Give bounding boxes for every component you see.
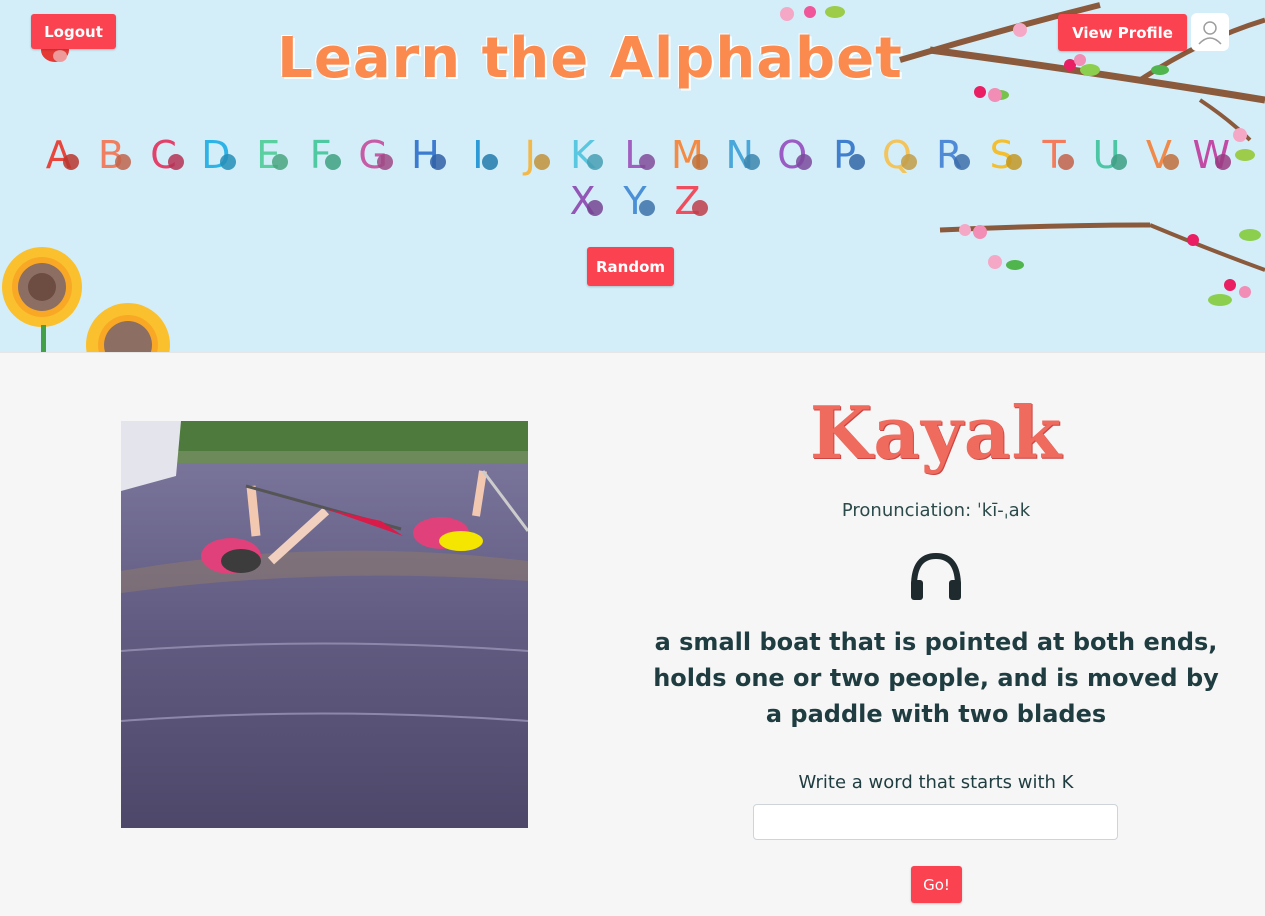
letter-c[interactable]: C — [137, 134, 189, 176]
letter-picture-icon — [743, 154, 760, 170]
letter-t[interactable]: T — [1028, 134, 1080, 176]
letter-picture-icon — [62, 154, 79, 170]
letter-w[interactable]: W — [1185, 134, 1237, 176]
page-title: Learn the Alphabet — [277, 26, 903, 91]
letter-q[interactable]: Q — [871, 134, 923, 176]
letter-picture-icon — [586, 154, 603, 170]
letter-picture-icon — [691, 154, 708, 170]
random-button[interactable]: Random — [587, 247, 674, 286]
letter-f[interactable]: F — [294, 134, 346, 176]
play-audio-button[interactable] — [908, 552, 964, 602]
pronunciation-text: Pronunciation: ˈkī-ˌak — [841, 500, 1031, 521]
letter-picture-icon — [639, 200, 656, 216]
answer-prompt: Write a word that starts with K — [798, 772, 1074, 793]
word-image — [121, 421, 528, 828]
letter-picture-icon — [691, 200, 708, 216]
letter-picture-icon — [115, 154, 132, 170]
letter-picture-icon — [482, 154, 499, 170]
letter-v[interactable]: V — [1133, 134, 1185, 176]
letter-picture-icon — [639, 154, 656, 170]
headphones-icon — [911, 552, 961, 600]
letter-o[interactable]: O — [766, 134, 818, 176]
word-definition: a small boat that is pointed at both end… — [653, 628, 1219, 728]
letter-d[interactable]: D — [190, 134, 242, 176]
letter-k[interactable]: K — [556, 134, 608, 176]
letter-i[interactable]: I — [452, 134, 504, 176]
letter-picture-icon — [167, 154, 184, 170]
letter-picture-icon — [848, 154, 865, 170]
letter-picture-icon — [953, 154, 970, 170]
letter-picture-icon — [586, 200, 603, 216]
letter-z[interactable]: Z — [661, 180, 713, 222]
letter-picture-icon — [534, 154, 551, 170]
word-title: Kayak — [809, 390, 1063, 475]
letter-n[interactable]: N — [714, 134, 766, 176]
answer-input[interactable] — [753, 804, 1118, 840]
letter-u[interactable]: U — [1080, 134, 1132, 176]
user-avatar[interactable] — [1191, 13, 1229, 51]
alphabet-letter-list: ABCDEFGHIJKLMNOPQRSTUVW XYZ — [30, 134, 1240, 222]
letter-picture-icon — [1163, 154, 1180, 170]
letter-a[interactable]: A — [33, 134, 85, 176]
letter-picture-icon — [272, 154, 289, 170]
header-banner: Logout Learn the Alphabet View Profile A… — [0, 0, 1265, 353]
letter-y[interactable]: Y — [609, 180, 661, 222]
letter-char: I — [472, 133, 484, 177]
letter-x[interactable]: X — [556, 180, 608, 222]
user-icon — [1198, 21, 1222, 45]
letter-l[interactable]: L — [609, 134, 661, 176]
letter-picture-icon — [429, 154, 446, 170]
letter-j[interactable]: J — [504, 134, 556, 176]
letter-picture-icon — [220, 154, 237, 170]
letter-p[interactable]: P — [818, 134, 870, 176]
kayak-photo — [121, 421, 528, 828]
letter-g[interactable]: G — [347, 134, 399, 176]
letter-picture-icon — [1058, 154, 1075, 170]
letter-picture-icon — [1005, 154, 1022, 170]
letter-r[interactable]: R — [923, 134, 975, 176]
letter-picture-icon — [796, 154, 813, 170]
letter-s[interactable]: S — [976, 134, 1028, 176]
letter-picture-icon — [1110, 154, 1127, 170]
logout-button[interactable]: Logout — [31, 14, 116, 49]
go-button[interactable]: Go! — [911, 866, 962, 903]
letter-picture-icon — [377, 154, 394, 170]
letter-h[interactable]: H — [399, 134, 451, 176]
letter-b[interactable]: B — [85, 134, 137, 176]
view-profile-button[interactable]: View Profile — [1058, 14, 1187, 51]
letter-picture-icon — [901, 154, 918, 170]
letter-e[interactable]: E — [242, 134, 294, 176]
letter-m[interactable]: M — [661, 134, 713, 176]
letter-char: J — [524, 133, 536, 177]
letter-picture-icon — [324, 154, 341, 170]
